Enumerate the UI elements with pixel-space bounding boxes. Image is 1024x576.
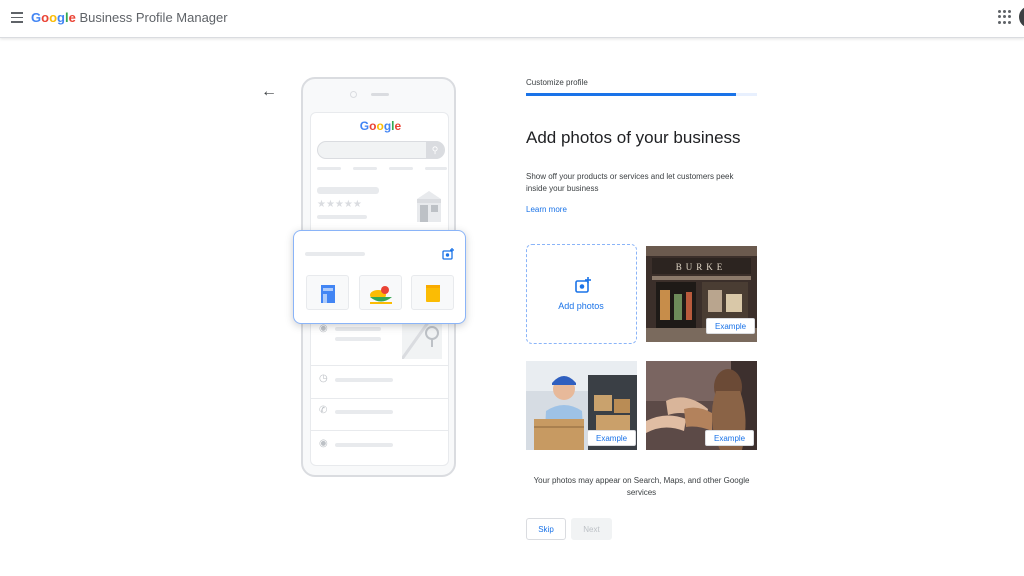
divider [311, 365, 448, 366]
storefront-icon [417, 191, 441, 222]
logo-letter: o [49, 10, 58, 25]
rating-stars: ★★★★★ [317, 199, 362, 210]
logo-letter: o [41, 10, 50, 25]
phone-tabs-placeholder [317, 167, 447, 170]
building-thumbnail [306, 275, 349, 310]
phone-logo-letter: G [359, 119, 370, 133]
logo-letter: g [57, 10, 65, 25]
google-wordmark: Google [31, 10, 76, 25]
add-photo-icon [442, 248, 454, 260]
shop-sign-text: BURKE [676, 262, 727, 272]
food-bowl-icon [370, 286, 392, 304]
card-title-placeholder [305, 252, 365, 256]
phone-logo-letter: o [376, 119, 384, 133]
example-badge[interactable]: Example [705, 430, 755, 446]
apps-grid-icon[interactable] [998, 10, 1012, 24]
example-photo-storefront: BURKE Example [646, 246, 757, 342]
divider [311, 430, 448, 431]
location-pin-icon: ◉ [319, 323, 328, 334]
page-title: Add photos of your business [526, 128, 741, 147]
example-photo-delivery: Example [526, 361, 637, 450]
phone-camera [350, 91, 357, 98]
account-avatar[interactable] [1019, 6, 1024, 28]
example-badge[interactable]: Example [587, 430, 637, 446]
app-name: Business Profile Manager [79, 10, 228, 25]
website-placeholder [335, 443, 393, 447]
page-description: Show off your products or services and l… [526, 172, 734, 193]
photos-footnote: Your photos may appear on Search, Maps, … [533, 476, 750, 497]
hours-placeholder [335, 378, 393, 382]
add-photo-icon [575, 277, 591, 293]
step-label: Customize profile [526, 78, 588, 87]
food-thumbnail [359, 275, 402, 310]
search-icon: ⚲ [426, 141, 444, 159]
hamburger-menu-icon[interactable] [8, 9, 26, 27]
phone-google-logo: Google [311, 119, 448, 133]
progress-bar [526, 93, 757, 96]
add-photos-label: Add photos [558, 301, 604, 311]
clock-icon: ◷ [319, 373, 328, 384]
building-icon [321, 285, 335, 303]
app-brand[interactable]: Google Business Profile Manager [31, 10, 228, 25]
listing-name-placeholder [317, 187, 379, 194]
example-photo-salon: Example [646, 361, 757, 450]
logo-letter: G [31, 10, 42, 25]
logo-letter: e [68, 10, 76, 25]
skip-button[interactable]: Skip [526, 518, 566, 540]
address-placeholder [335, 327, 381, 331]
globe-icon: ◉ [319, 438, 328, 449]
learn-more-link[interactable]: Learn more [526, 205, 567, 214]
next-button[interactable]: Next [571, 518, 612, 540]
listing-subtitle-placeholder [317, 215, 367, 219]
phone-icon: ✆ [319, 405, 328, 416]
photos-card-illustration [293, 230, 466, 324]
phone-search-bar: ⚲ [317, 141, 445, 159]
add-photos-button[interactable]: Add photos [526, 244, 637, 344]
top-app-bar: Google Business Profile Manager [0, 0, 1024, 38]
product-box-icon [426, 285, 440, 302]
phone-logo-letter: e [394, 119, 402, 133]
progress-fill [526, 93, 737, 96]
product-thumbnail [411, 275, 454, 310]
back-arrow-icon[interactable]: ← [261, 83, 277, 101]
phone-speaker [371, 93, 389, 96]
address-placeholder-2 [335, 337, 381, 341]
phone-number-placeholder [335, 410, 393, 414]
divider [311, 398, 448, 399]
example-badge[interactable]: Example [706, 318, 756, 334]
